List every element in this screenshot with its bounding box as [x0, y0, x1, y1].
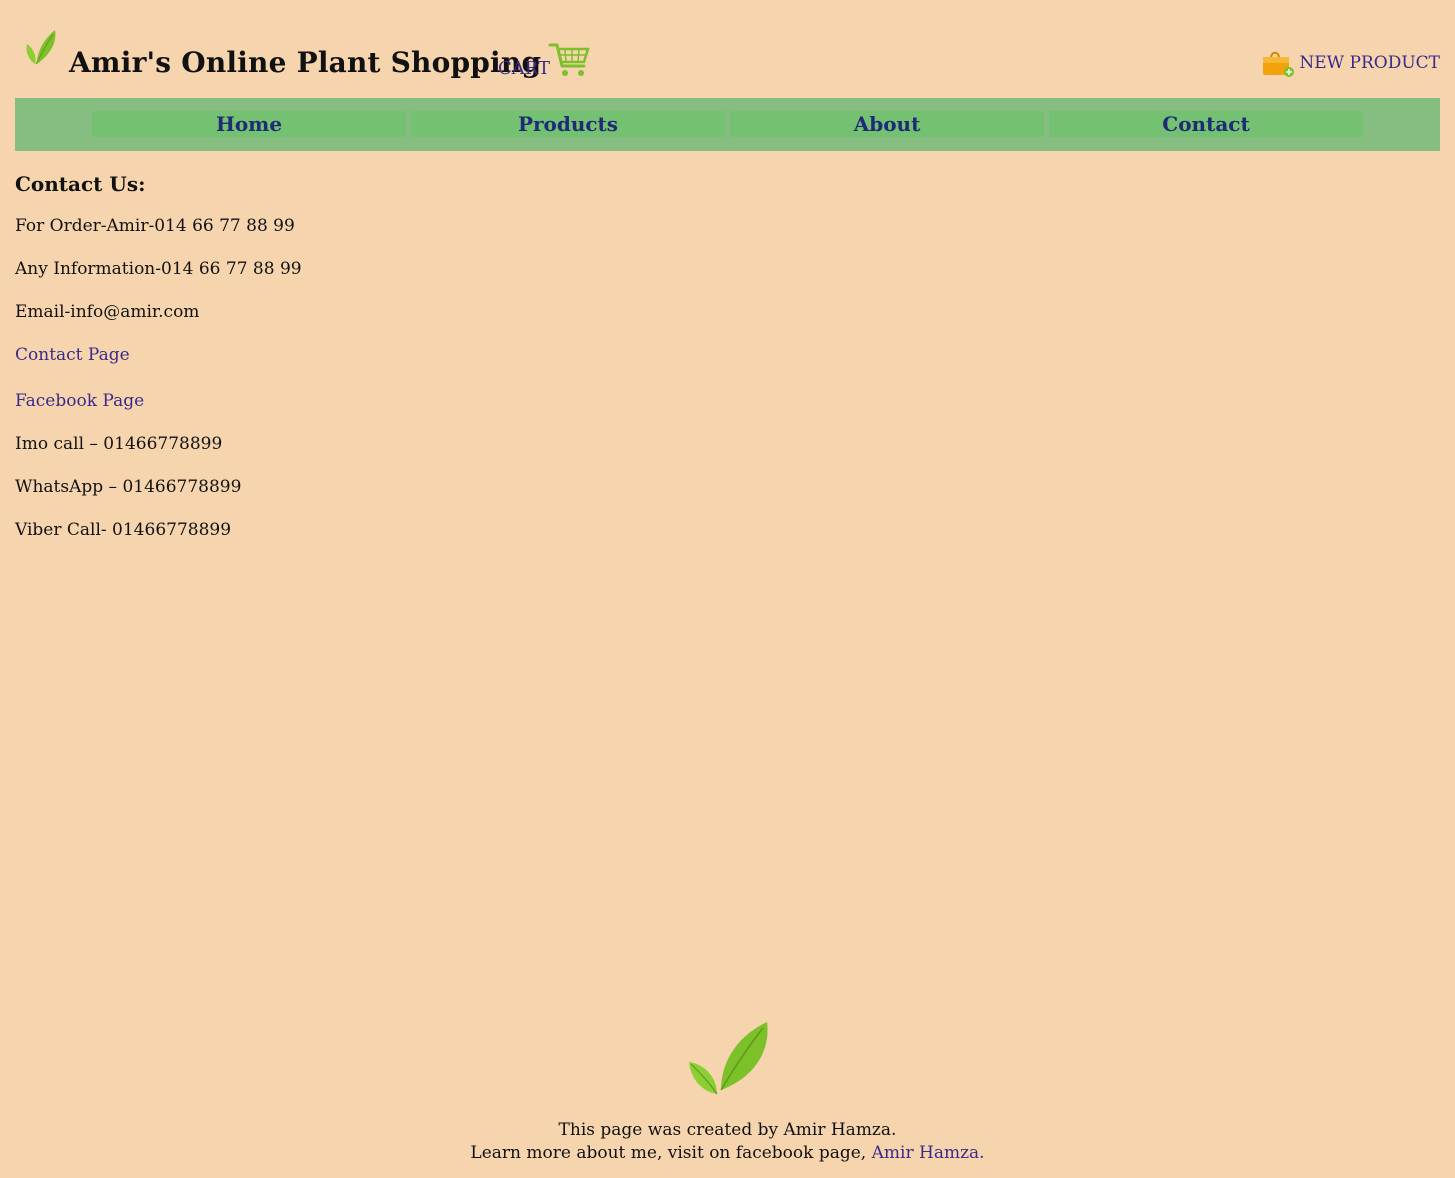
nav-item-contact[interactable]: Contact: [1049, 111, 1363, 137]
nav-item-home[interactable]: Home: [92, 111, 406, 137]
viber-line: Viber Call- 01466778899: [15, 520, 232, 540]
leaf-logo-icon[interactable]: [23, 26, 59, 66]
new-product-link[interactable]: NEW PRODUCT: [1261, 48, 1440, 78]
information-line: Any Information-014 66 77 88 99: [15, 259, 302, 279]
nav-item-about[interactable]: About: [730, 111, 1044, 137]
nav-item-products[interactable]: Products: [411, 111, 725, 137]
whatsapp-line: WhatsApp – 01466778899: [15, 477, 242, 497]
shopping-cart-icon[interactable]: [548, 42, 590, 78]
facebook-page-link[interactable]: Facebook Page: [15, 391, 144, 411]
footer-learn-more: Learn more about me, visit on facebook p…: [0, 1142, 1455, 1165]
page-title: Contact Us:: [15, 172, 146, 196]
cart-link[interactable]: CART: [498, 58, 550, 79]
new-product-label: NEW PRODUCT: [1299, 53, 1440, 73]
site-title: Amir's Online Plant Shopping: [69, 46, 542, 79]
author-link[interactable]: Amir Hamza.: [872, 1143, 985, 1163]
site-header: Amir's Online Plant Shopping CART NEW PR…: [15, 20, 1440, 90]
page-footer: This page was created by Amir Hamza. Lea…: [0, 1119, 1455, 1165]
contact-section: Contact Us: For Order-Amir-014 66 77 88 …: [15, 172, 302, 561]
order-line: For Order-Amir-014 66 77 88 99: [15, 216, 295, 236]
footer-created-by: This page was created by Amir Hamza.: [558, 1120, 897, 1140]
email-line: Email-info@amir.com: [15, 302, 200, 322]
imo-line: Imo call – 01466778899: [15, 434, 223, 454]
leaf-footer-icon: [689, 1022, 768, 1095]
contact-page-link[interactable]: Contact Page: [15, 345, 130, 365]
shopping-bag-icon: [1263, 51, 1295, 77]
main-nav: Home Products About Contact: [15, 98, 1440, 151]
footer-learn-more-text: Learn more about me, visit on facebook p…: [470, 1143, 872, 1163]
